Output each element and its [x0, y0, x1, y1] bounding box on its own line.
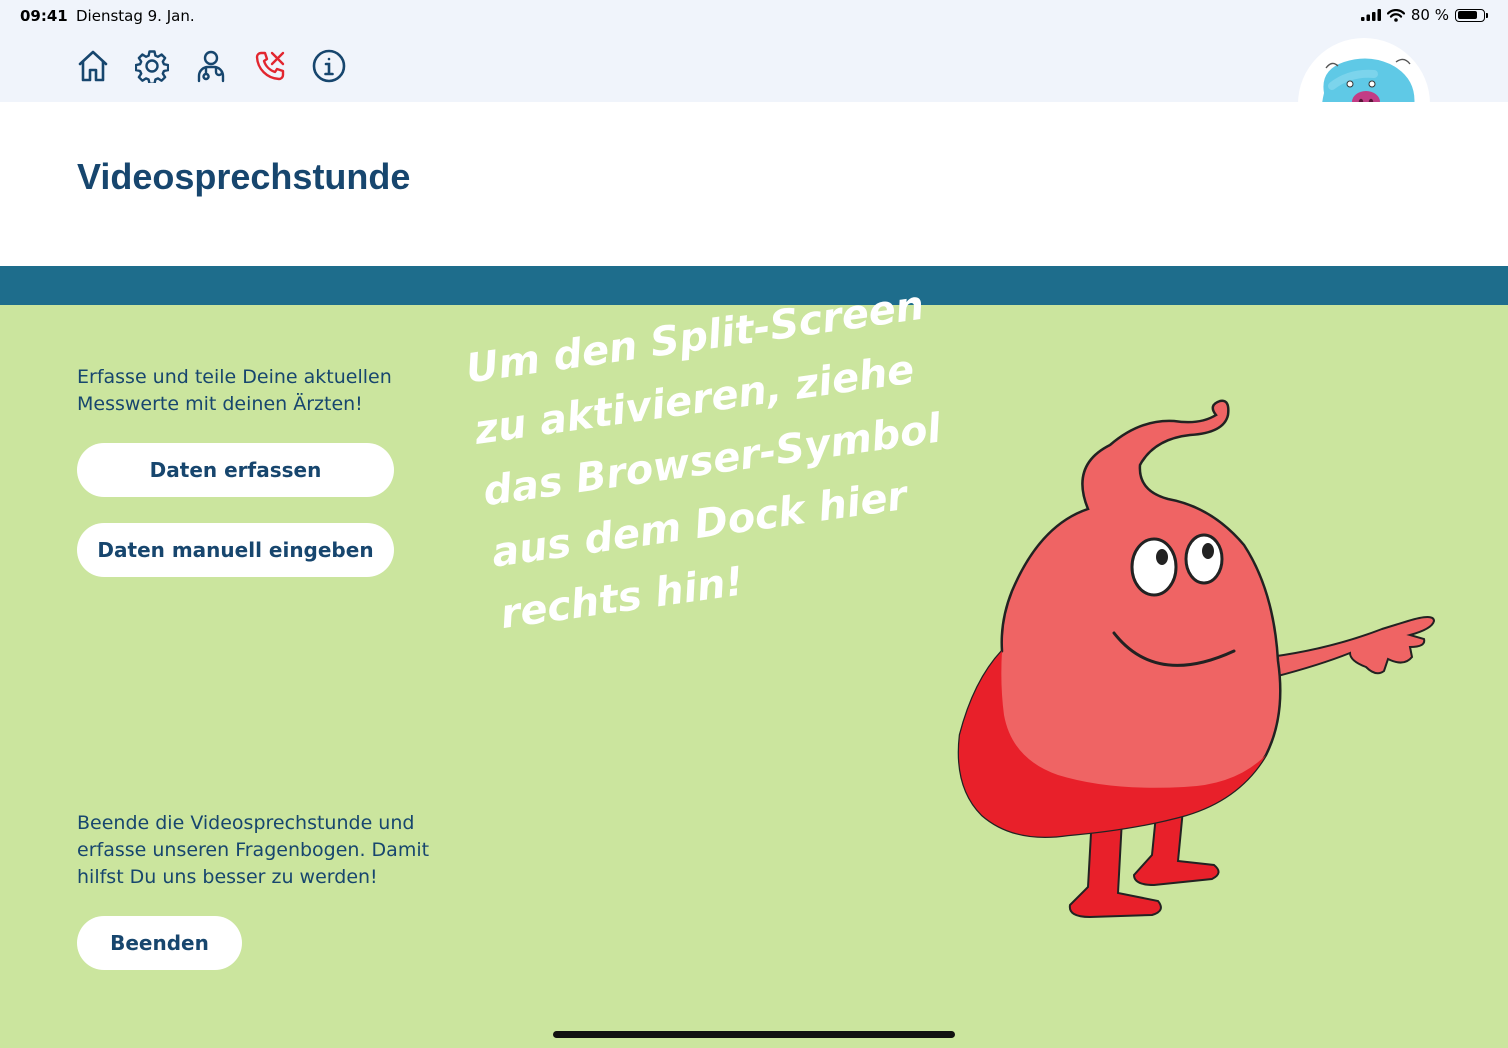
intro-text: Erfasse und teile Deine aktuellen Messwe…: [77, 366, 392, 415]
mascot-illustration: [957, 399, 1436, 919]
mascot-left-pupil: [1156, 549, 1168, 565]
doctor-button[interactable]: [193, 48, 229, 84]
end-text: Beende die Videosprechstunde und erfasse…: [77, 812, 430, 888]
info-button[interactable]: [311, 48, 347, 84]
toolbar: [0, 30, 1508, 102]
status-bar: 09:41 Dienstag 9. Jan. 80 %: [0, 0, 1508, 30]
end-session-button[interactable]: Beenden: [77, 916, 242, 970]
wifi-icon: [1386, 8, 1405, 22]
settings-button[interactable]: [134, 48, 170, 84]
mascot-right-pupil: [1202, 543, 1214, 559]
capture-data-button[interactable]: Daten erfassen: [77, 443, 394, 497]
home-indicator[interactable]: [553, 1031, 955, 1038]
hangup-button[interactable]: [252, 48, 288, 84]
page-title: Videosprechstunde: [77, 156, 411, 197]
status-time: 09:41: [20, 7, 68, 25]
mascot-right-eye: [1184, 533, 1224, 585]
info-icon: [312, 49, 346, 83]
gear-icon: [135, 50, 169, 83]
battery-fill: [1457, 11, 1477, 19]
mascot-arm: [1268, 616, 1436, 679]
main-content: Erfasse und teile Deine aktuellen Messwe…: [0, 283, 1508, 1048]
battery-icon: [1455, 8, 1485, 22]
page-header: Videosprechstunde: [0, 102, 1508, 266]
mascot-left-eye: [1130, 537, 1178, 597]
cellular-signal-icon: [1360, 9, 1381, 21]
doctor-icon: [197, 50, 225, 83]
status-indicators: 80 %: [1360, 5, 1488, 25]
phone-hangup-icon: [255, 51, 285, 81]
battery-percent: 80 %: [1410, 6, 1449, 24]
home-button[interactable]: [75, 48, 111, 84]
manual-entry-button[interactable]: Daten manuell eingeben: [77, 523, 394, 577]
battery-tip: [1486, 12, 1488, 18]
status-date: Dienstag 9. Jan.: [76, 7, 195, 25]
home-icon: [78, 50, 108, 82]
